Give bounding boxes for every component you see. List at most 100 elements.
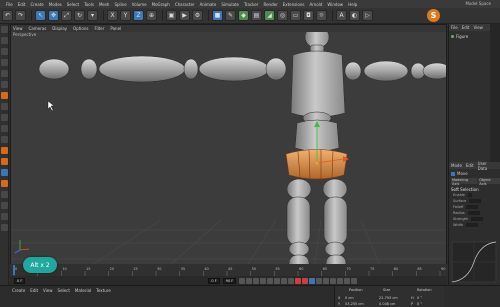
texture-mode-icon[interactable] (1, 48, 8, 55)
render-view-icon[interactable]: ▣ (166, 10, 177, 21)
attr-menu-edit[interactable]: Edit (466, 163, 474, 168)
go-to-start-icon[interactable] (239, 277, 246, 284)
array-icon[interactable]: ▤ (251, 10, 262, 21)
arnold-light-icon[interactable]: ◐ (349, 10, 360, 21)
menu-mesh[interactable]: Mesh (99, 2, 110, 7)
field-radius[interactable]: Radius (453, 211, 480, 215)
coords-rot-p[interactable]: 0 ° (417, 302, 422, 306)
enable-axis-icon[interactable] (1, 103, 8, 110)
layer-icon[interactable] (1, 202, 8, 209)
menu-help[interactable]: Help (348, 2, 357, 7)
menu-volume[interactable]: Volume (132, 2, 147, 7)
x-axis-icon[interactable]: X (107, 10, 118, 21)
floor-icon[interactable]: ▭ (290, 10, 301, 21)
menu-arnold[interactable]: Arnold (309, 2, 322, 7)
menu-tracker[interactable]: Tracker (244, 2, 258, 7)
key-position-icon[interactable] (316, 277, 323, 284)
prev-key-icon[interactable] (246, 277, 253, 284)
viewport-menu-options[interactable]: Options (73, 26, 88, 31)
material-menu-texture[interactable]: Texture (96, 288, 111, 293)
end-frame-field[interactable]: 90 F (222, 277, 237, 284)
coords-pos-y[interactable]: 53.255 cm (345, 302, 364, 306)
y-axis-icon[interactable]: Y (120, 10, 131, 21)
pen-icon[interactable]: ✎ (225, 10, 236, 21)
material-menu-edit[interactable]: Edit (30, 288, 38, 293)
viewport-menu-cameras[interactable]: Cameras (29, 26, 47, 31)
start-frame-field[interactable]: 0 F (14, 277, 26, 284)
snap-icon[interactable] (1, 136, 8, 143)
object-menu-edit[interactable]: Edit (462, 25, 470, 30)
menu-modes[interactable]: Modes (49, 2, 62, 7)
points-mode-icon[interactable] (1, 70, 8, 77)
field-surface[interactable]: Surface (453, 199, 482, 203)
prev-frame-icon[interactable] (253, 277, 260, 284)
render-region-icon[interactable] (1, 213, 8, 220)
key-scale-icon[interactable] (330, 277, 337, 284)
coords-rot-h[interactable]: 0 ° (417, 296, 422, 300)
current-frame-field[interactable]: 0 F (208, 277, 220, 284)
menu-tools[interactable]: Tools (84, 2, 94, 7)
python-icon[interactable] (1, 158, 8, 165)
live-select-icon[interactable]: ↖ (35, 10, 46, 21)
solo-icon[interactable] (1, 125, 8, 132)
subdivision-surface-icon[interactable]: ◆ (238, 10, 249, 21)
layout-selector[interactable]: Model Space (466, 1, 491, 6)
tab-object-axis[interactable]: Object Axis (478, 178, 500, 186)
menu-edit[interactable]: Edit (18, 2, 26, 7)
field-icon[interactable]: ◎ (277, 10, 288, 21)
script-icon[interactable] (1, 169, 8, 176)
object-menu-file[interactable]: File (451, 25, 458, 30)
perspective-viewport[interactable]: View Cameras Display Options Filter Pane… (10, 24, 447, 290)
field-enable[interactable]: Enable (453, 193, 472, 197)
attr-menu-user-data[interactable]: User Data (478, 161, 497, 171)
cube-icon[interactable]: ■ (212, 10, 223, 21)
extra-tool-icon[interactable] (1, 224, 8, 231)
camera-icon[interactable]: ◘ (303, 10, 314, 21)
material-menu-create[interactable]: Create (12, 288, 25, 293)
coords-size-x[interactable]: 22.793 cm (379, 296, 398, 300)
viewport-menu-view[interactable]: View (13, 26, 23, 31)
grid-icon[interactable] (1, 191, 8, 198)
plugin-icon[interactable] (1, 180, 8, 187)
render-settings-icon[interactable]: ⚙ (192, 10, 203, 21)
next-key-icon[interactable] (274, 277, 281, 284)
falloff-curve-graph[interactable] (448, 240, 500, 285)
go-to-end-icon[interactable] (281, 277, 288, 284)
tweak-icon[interactable] (1, 114, 8, 121)
deformer-icon[interactable]: ◢ (264, 10, 275, 21)
keyframe-selection-icon[interactable] (309, 277, 316, 284)
tab-modeling-axis[interactable]: Modeling Axis (451, 178, 478, 186)
material-menu-select[interactable]: Select (58, 288, 70, 293)
menu-extensions[interactable]: Extensions (283, 2, 305, 7)
loop-icon[interactable] (288, 277, 295, 284)
model-mode-icon[interactable] (1, 37, 8, 44)
next-frame-icon[interactable] (267, 277, 274, 284)
coordinate-system-icon[interactable]: ⊕ (146, 10, 157, 21)
move-tool-icon[interactable]: ✥ (48, 10, 59, 21)
menu-character[interactable]: Character (175, 2, 195, 7)
menu-window[interactable]: Window (327, 2, 343, 7)
material-menu-material[interactable]: Material (75, 288, 91, 293)
play-icon[interactable] (260, 277, 267, 284)
menu-mograph[interactable]: MoGraph (152, 2, 170, 7)
polygons-mode-icon[interactable] (1, 92, 8, 99)
playhead[interactable] (13, 265, 15, 275)
key-rotation-icon[interactable] (323, 277, 330, 284)
make-editable-icon[interactable] (1, 26, 8, 33)
coords-size-y[interactable]: 0.048 cm (379, 302, 395, 306)
scale-tool-icon[interactable]: ⤢ (61, 10, 72, 21)
coords-pos-x[interactable]: 0 cm (345, 296, 354, 300)
material-menu-view[interactable]: View (43, 288, 53, 293)
menu-file[interactable]: File (6, 2, 13, 7)
timeline-menu-icon[interactable] (351, 277, 358, 284)
s-logo-icon[interactable]: S (427, 9, 440, 22)
key-param-icon[interactable] (337, 277, 344, 284)
rotate-tool-icon[interactable]: ↻ (74, 10, 85, 21)
arnold-render-icon[interactable]: ▷ (362, 10, 373, 21)
timeline-ruler[interactable]: 051015202530354045505560657075808590 (10, 264, 447, 276)
object-menu-view[interactable]: View (473, 25, 483, 30)
field-strength[interactable]: Strength (453, 217, 484, 221)
undo-icon[interactable]: ↶ (2, 10, 13, 21)
recent-tools-icon[interactable]: ▾ (87, 10, 98, 21)
field-falloff[interactable]: Falloff (453, 205, 479, 209)
